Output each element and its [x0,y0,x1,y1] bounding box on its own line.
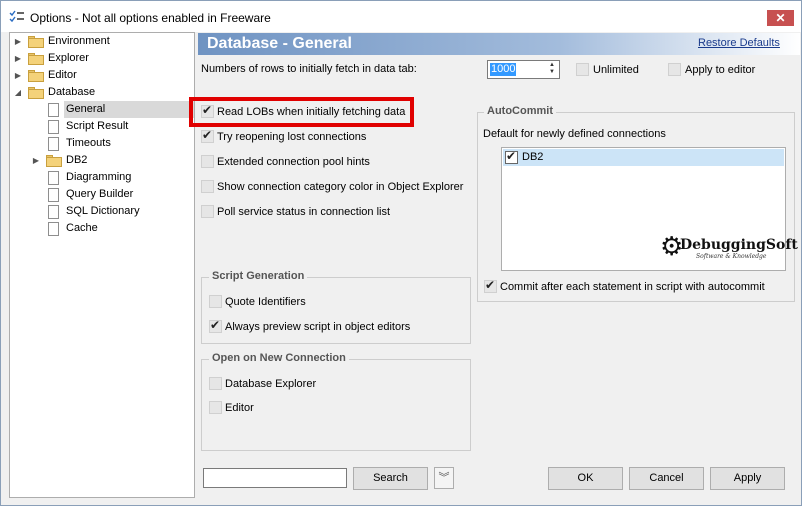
document-icon [48,120,59,134]
window-title: Options - Not all options enabled in Fre… [30,11,271,25]
folder-icon [28,53,44,65]
script-generation-title: Script Generation [209,270,308,282]
highlight-box [189,97,414,127]
autocommit-default-label: Default for newly defined connections [483,128,666,140]
document-icon [48,171,59,185]
page-title: Database - General [207,35,352,52]
tree-item-query-builder[interactable]: Query Builder [46,186,194,203]
folder-open-icon [28,87,44,99]
tree-item-label: DB2 [66,154,88,166]
script-generation-group [201,277,471,344]
tree-item-label: Timeouts [66,137,111,149]
unlimited-checkbox[interactable] [576,63,589,76]
expand-arrow-icon[interactable]: ▶ [14,33,22,50]
expand-down-icon[interactable]: ︾ [434,467,454,489]
tree-item-label: SQL Dictionary [66,205,140,217]
fetch-rows-spinner[interactable]: 1000 ▲ ▼ [487,60,560,79]
apply-to-editor-checkbox[interactable] [668,63,681,76]
tree-item-sql-dictionary[interactable]: SQL Dictionary [46,203,194,220]
folder-icon [28,36,44,48]
tree-item-db2[interactable]: ▶ DB2 [30,152,194,169]
document-icon [48,103,59,117]
cancel-button[interactable]: Cancel [629,467,704,490]
tree-item-editor[interactable]: ▶ Editor [10,67,194,84]
tree-item-cache[interactable]: Cache [46,220,194,237]
logo-subtitle: Software & Knowledge [696,253,767,260]
quote-identifiers-checkbox[interactable] [209,295,222,308]
category-color-label: Show connection category color in Object… [217,181,464,193]
tree-item-label: Editor [48,69,77,81]
extended-pool-hints-checkbox[interactable] [201,155,214,168]
try-reopening-label: Try reopening lost connections [217,131,367,143]
database-explorer-checkbox[interactable] [209,377,222,390]
tree-item-label: Explorer [48,52,89,64]
tree-item-label: Query Builder [66,188,134,200]
options-dialog: Options - Not all options enabled in Fre… [0,0,802,506]
spinner-arrows[interactable]: ▲ ▼ [546,62,558,77]
spin-down-icon[interactable]: ▼ [546,69,558,76]
options-tree[interactable]: ▶ Environment ▶ Explorer ▶ Editor ◢ Data… [9,32,195,498]
tree-item-general[interactable]: General [46,101,194,118]
apply-button[interactable]: Apply [710,467,785,490]
ok-button[interactable]: OK [548,467,623,490]
document-icon [48,137,59,151]
extended-pool-hints-label: Extended connection pool hints [217,156,370,168]
always-preview-label: Always preview script in object editors [225,321,411,333]
close-icon: ✕ [775,11,786,25]
search-button[interactable]: Search [353,467,428,490]
folder-icon [28,70,44,82]
document-icon [48,205,59,219]
try-reopening-checkbox[interactable] [201,128,214,143]
always-preview-checkbox[interactable] [209,318,222,333]
folder-icon [46,155,62,167]
options-checklist-icon [9,10,24,23]
collapse-arrow-icon[interactable]: ◢ [14,84,22,101]
title-bar: Options - Not all options enabled in Fre… [1,1,801,32]
poll-service-label: Poll service status in connection list [217,206,391,218]
expand-arrow-icon[interactable]: ▶ [14,67,22,84]
db2-autocommit-checkbox[interactable] [505,149,518,164]
fetch-rows-label: Numbers of rows to initially fetch in da… [201,63,417,75]
logo-text: DebuggingSoft [680,237,798,253]
tree-item-timeouts[interactable]: Timeouts [46,135,194,152]
debuggingsoft-logo: ⚙ DebuggingSoft Software & Knowledge [660,231,798,265]
db2-connection-label: DB2 [522,151,544,163]
apply-to-editor-label: Apply to editor [685,64,756,76]
tree-item-label: Environment [48,35,110,47]
database-explorer-label: Database Explorer [225,378,317,390]
list-item[interactable]: DB2 [503,149,784,166]
tree-item-script-result[interactable]: Script Result [46,118,194,135]
poll-service-checkbox[interactable] [201,205,214,218]
spin-up-icon[interactable]: ▲ [546,62,558,69]
tree-item-database[interactable]: ◢ Database [10,84,194,101]
quote-identifiers-label: Quote Identifiers [225,296,306,308]
commit-each-checkbox[interactable] [484,278,497,293]
document-icon [48,222,59,236]
tree-item-diagramming[interactable]: Diagramming [46,169,194,186]
category-color-checkbox[interactable] [201,180,214,193]
document-icon [48,188,59,202]
restore-defaults-link[interactable]: Restore Defaults [698,37,780,49]
unlimited-label: Unlimited [593,64,639,76]
open-connection-title: Open on New Connection [209,352,349,364]
autocommit-title: AutoCommit [484,105,556,117]
tree-item-label: Diagramming [66,171,132,183]
commit-each-label: Commit after each statement in script wi… [500,281,765,293]
expand-arrow-icon[interactable]: ▶ [14,50,22,67]
expand-arrow-icon[interactable]: ▶ [32,152,40,169]
tree-item-explorer[interactable]: ▶ Explorer [10,50,194,67]
tree-item-label: Script Result [66,120,129,132]
fetch-rows-value[interactable]: 1000 [490,63,517,76]
tree-item-label: Database [48,86,96,98]
editor-checkbox[interactable] [209,401,222,414]
tree-item-label: Cache [66,222,98,234]
editor-label: Editor [225,402,254,414]
tree-item-label: General [64,101,194,118]
close-button[interactable]: ✕ [767,10,794,26]
search-input[interactable] [203,468,347,488]
tree-item-environment[interactable]: ▶ Environment [10,33,194,50]
